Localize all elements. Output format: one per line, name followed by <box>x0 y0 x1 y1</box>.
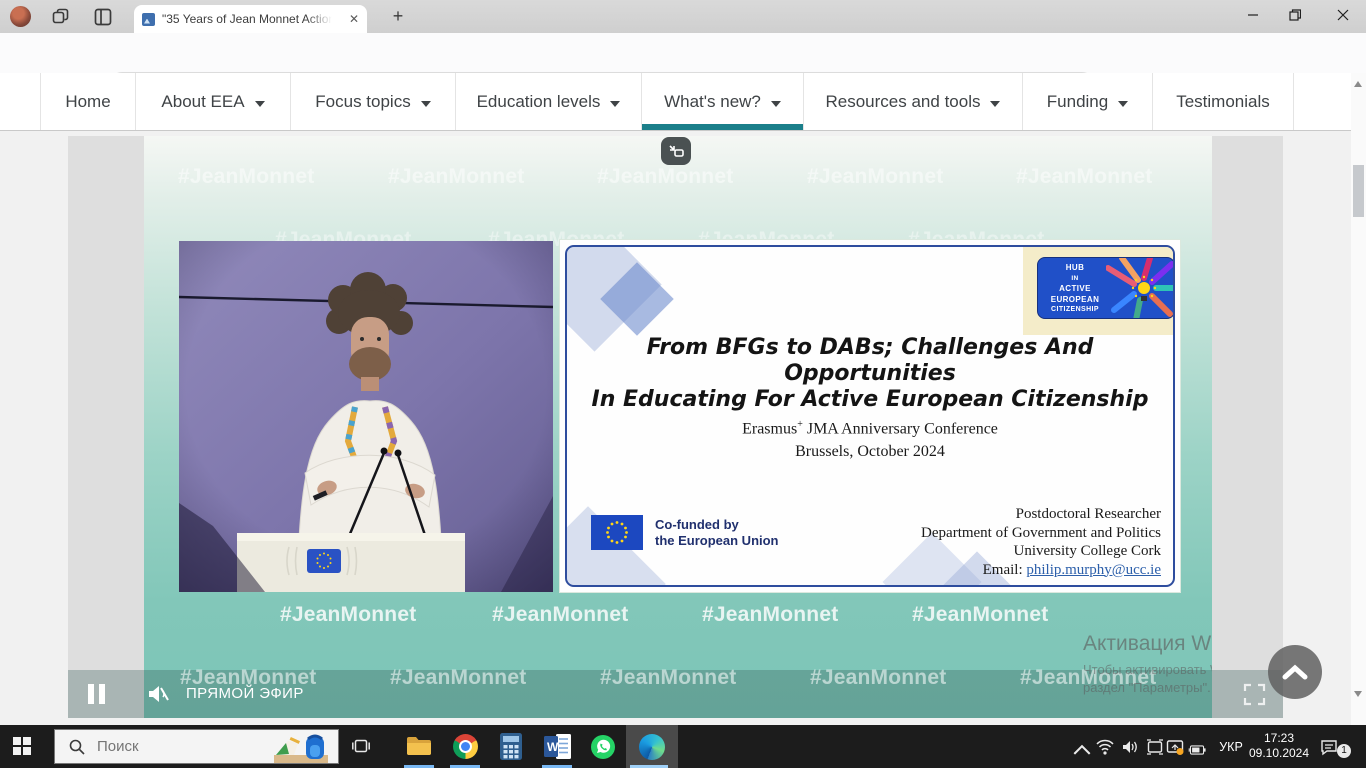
chevron-down-icon <box>421 101 431 107</box>
nav-item-resources-tools[interactable]: Resources and tools <box>803 73 1022 130</box>
eu-flag <box>591 515 643 550</box>
notification-badge: 1 <box>1337 744 1351 758</box>
taskbar-word[interactable]: W <box>534 725 580 768</box>
calculator-icon <box>500 733 522 760</box>
window-restore-button[interactable] <box>1278 0 1312 30</box>
screen: "35 Years of Jean Monnet Actions ✕ + htt… <box>0 0 1366 768</box>
nav-item-testimonials[interactable]: Testimonials <box>1152 73 1294 130</box>
chevron-down-icon <box>771 101 781 107</box>
search-icon <box>69 739 85 755</box>
window-close-button[interactable] <box>1326 0 1360 30</box>
watermark: #JeanMonnet <box>178 165 314 189</box>
language-indicator[interactable]: УКР <box>1212 725 1250 768</box>
word-icon: W <box>544 734 571 759</box>
chevron-down-icon <box>1118 101 1128 107</box>
browser-tab[interactable]: "35 Years of Jean Monnet Actions ✕ <box>134 5 367 33</box>
chrome-icon <box>453 734 478 759</box>
live-video[interactable]: #JeanMonnet #JeanMonnet #JeanMonnet #Jea… <box>144 136 1212 718</box>
nav-item-home[interactable]: Home <box>40 73 135 130</box>
hub-active-european-citizenship-logo: HUB IN ACTIVE EUROPEAN CITIZENSHIP <box>1037 257 1175 319</box>
battery-icon[interactable] <box>1188 741 1206 759</box>
chevron-down-icon <box>990 101 1000 107</box>
task-view-icon[interactable] <box>352 737 370 755</box>
watermark: #JeanMonnet <box>388 165 524 189</box>
taskbar-chrome[interactable] <box>442 725 488 768</box>
notification-center-icon[interactable] <box>1320 738 1338 756</box>
whatsapp-icon <box>590 734 616 760</box>
chevron-down-icon <box>610 101 620 107</box>
watermark: #JeanMonnet <box>390 666 526 690</box>
scrollbar-thumb[interactable] <box>1353 165 1364 217</box>
search-daily-illustration <box>272 731 330 763</box>
watermark: #JeanMonnet <box>1016 165 1152 189</box>
file-explorer-icon <box>406 736 432 757</box>
browser-tab-strip: "35 Years of Jean Monnet Actions ✕ + <box>0 0 1366 33</box>
slide-event-line: Erasmus+ JMA Anniversary Conference <box>567 419 1173 438</box>
nav-item-whats-new[interactable]: What's new? <box>641 73 803 130</box>
taskbar-file-explorer[interactable] <box>396 725 442 768</box>
watermark: #JeanMonnet <box>600 666 736 690</box>
slide-frame: HUB IN ACTIVE EUROPEAN CITIZENSHIP <box>565 245 1175 587</box>
screen-share-icon[interactable] <box>1166 738 1184 756</box>
slide-title: From BFGs to DABs; Challenges And Opport… <box>577 335 1163 413</box>
slide-author-block: Postdoctoral Researcher Department of Go… <box>921 505 1161 579</box>
watermark: #JeanMonnet <box>597 165 733 189</box>
chevron-down-icon <box>255 101 265 107</box>
watermark: #JeanMonnet <box>280 603 416 627</box>
mini-player-icon[interactable] <box>661 137 691 165</box>
cast-icon[interactable] <box>1146 738 1164 756</box>
new-tab-button[interactable]: + <box>385 5 411 29</box>
nav-item-about-eea[interactable]: About EEA <box>135 73 290 130</box>
watermark: #JeanMonnet <box>810 666 946 690</box>
start-button[interactable] <box>13 737 31 755</box>
profile-avatar[interactable] <box>10 6 31 27</box>
tab-title: "35 Years of Jean Monnet Actions <box>162 12 332 26</box>
time: 17:23 <box>1248 731 1310 746</box>
pause-button[interactable] <box>88 684 106 704</box>
page-scrollbar[interactable] <box>1351 73 1366 725</box>
nav-item-education-levels[interactable]: Education levels <box>455 73 641 130</box>
tab-favicon <box>142 13 155 26</box>
watermark: #JeanMonnet <box>180 666 316 690</box>
scrollbar-down-arrow[interactable] <box>1354 691 1362 697</box>
fullscreen-icon[interactable] <box>1243 683 1266 706</box>
edge-icon <box>639 734 665 760</box>
taskbar-clock[interactable]: 17:23 09.10.2024 <box>1248 731 1310 761</box>
scroll-to-top-button[interactable] <box>1268 645 1322 699</box>
taskbar-search[interactable] <box>54 729 339 764</box>
browser-toolbar: https://education.ec.europa.eu/event/35-… <box>0 33 1366 73</box>
eu-cofunded-logo: Co-funded by the European Union <box>591 515 779 550</box>
watermark: #JeanMonnet <box>702 603 838 627</box>
speaker-camera-feed <box>179 241 553 592</box>
page-content: #JeanMonnet #JeanMonnet #JeanMonnet #Jea… <box>0 131 1366 725</box>
svg-text:W: W <box>547 740 559 754</box>
muted-volume-icon[interactable] <box>146 682 170 706</box>
nav-item-funding[interactable]: Funding <box>1022 73 1152 130</box>
tab-close-icon[interactable]: ✕ <box>349 13 359 25</box>
watermark: #JeanMonnet <box>807 165 943 189</box>
hands-lightbulb-art <box>1106 258 1175 319</box>
workspaces-icon[interactable] <box>52 8 70 26</box>
taskbar-edge-active[interactable] <box>626 725 678 768</box>
wifi-icon[interactable] <box>1096 738 1114 756</box>
email-link[interactable]: philip.murphy@ucc.ie <box>1026 562 1161 578</box>
window-minimize-button[interactable] <box>1236 0 1270 30</box>
presentation-slide: HUB IN ACTIVE EUROPEAN CITIZENSHIP <box>560 240 1180 592</box>
video-player[interactable]: #JeanMonnet #JeanMonnet #JeanMonnet #Jea… <box>68 136 1283 718</box>
slide-event-location: Brussels, October 2024 <box>567 443 1173 461</box>
hidden-icons-chevron[interactable] <box>1073 741 1091 759</box>
volume-icon[interactable] <box>1121 738 1139 756</box>
search-input[interactable] <box>97 738 237 755</box>
watermark: #JeanMonnet <box>912 603 1048 627</box>
nav-item-focus-topics[interactable]: Focus topics <box>290 73 455 130</box>
watermark: #JeanMonnet <box>492 603 628 627</box>
windows-taskbar: W УКР 17:23 09.10.2024 <box>0 725 1366 768</box>
windows-activation-watermark: Активация Windows Чтобы активировать Win… <box>1083 632 1212 695</box>
scrollbar-up-arrow[interactable] <box>1354 81 1362 87</box>
site-navigation: Home About EEA Focus topics Education le… <box>0 73 1366 131</box>
date: 09.10.2024 <box>1248 746 1310 761</box>
vertical-tabs-icon[interactable] <box>94 8 112 26</box>
taskbar-calculator[interactable] <box>488 725 534 768</box>
taskbar-whatsapp[interactable] <box>580 725 626 768</box>
